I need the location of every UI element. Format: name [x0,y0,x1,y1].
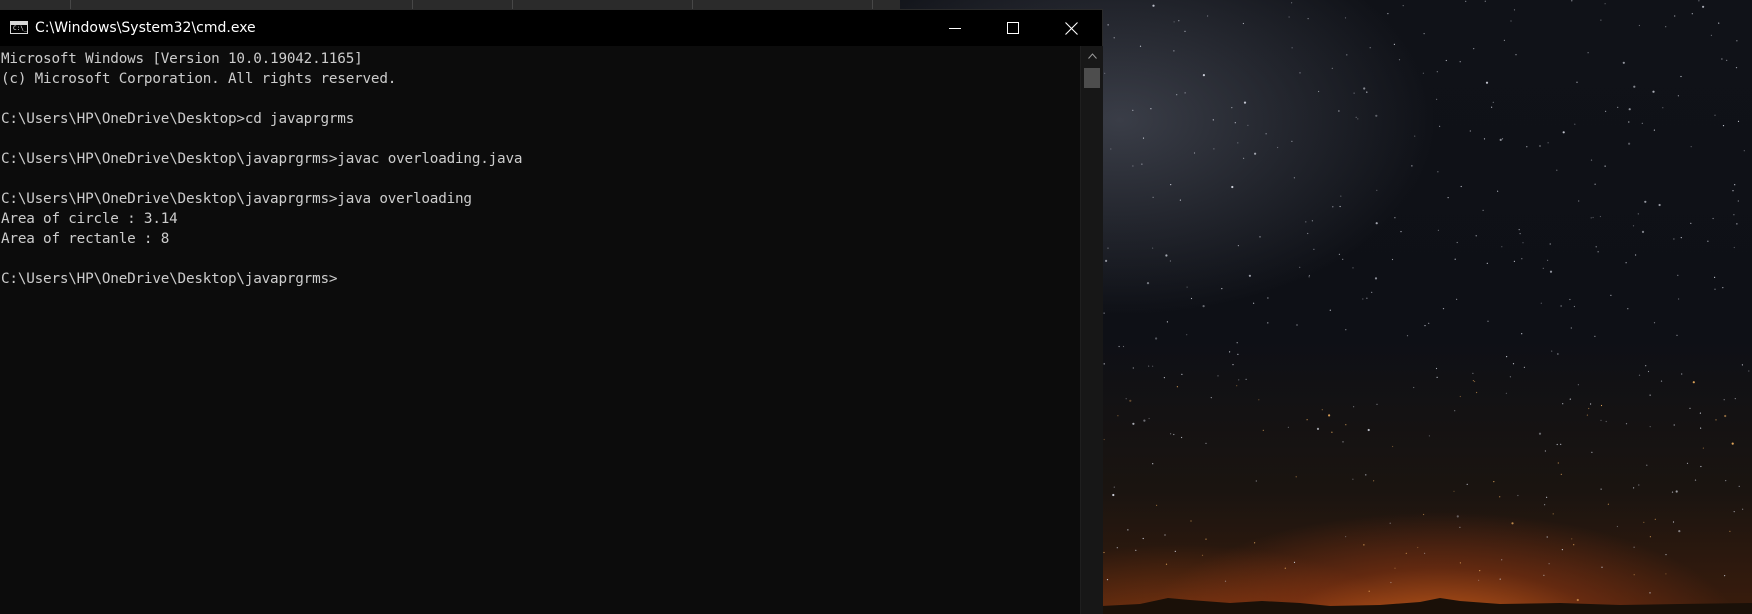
maximize-icon [1007,22,1019,34]
minimize-icon [949,28,961,29]
scroll-up-button[interactable] [1081,46,1103,66]
minimize-button[interactable] [926,10,984,46]
console-line: Area of rectanle : 8 [1,231,170,247]
console-line: Area of circle : 3.14 [1,211,178,227]
chevron-up-icon [1087,53,1097,59]
close-button[interactable] [1042,10,1100,46]
console-prompt-line[interactable]: C:\Users\HP\OneDrive\Desktop\javaprgrms> [1,269,1080,289]
title-bar[interactable]: C:\_ C:\Windows\System32\cmd.exe [0,10,1102,46]
console-lines: Microsoft Windows [Version 10.0.19042.11… [0,46,1080,289]
close-icon [1064,21,1078,35]
cmd-prompt-icon[interactable]: C:\_ [10,21,28,34]
console-line: C:\Users\HP\OneDrive\Desktop>cd javaprgr… [1,111,355,127]
console-line: C:\Users\HP\OneDrive\Desktop\javaprgrms>… [1,151,523,167]
window-title: C:\Windows\System32\cmd.exe [35,20,256,36]
maximize-button[interactable] [984,10,1042,46]
cmd-window[interactable]: C:\_ C:\Windows\System32\cmd.exe Microso… [0,10,1103,614]
vertical-scrollbar[interactable] [1080,46,1103,614]
prompt-glyph: C:\_ [13,25,28,32]
console-line: (c) Microsoft Corporation. All rights re… [1,71,397,87]
console-output[interactable]: Microsoft Windows [Version 10.0.19042.11… [0,46,1080,614]
console-line: Microsoft Windows [Version 10.0.19042.11… [1,51,363,67]
scroll-thumb[interactable] [1084,68,1100,88]
console-line: C:\Users\HP\OneDrive\Desktop\javaprgrms>… [1,191,472,207]
